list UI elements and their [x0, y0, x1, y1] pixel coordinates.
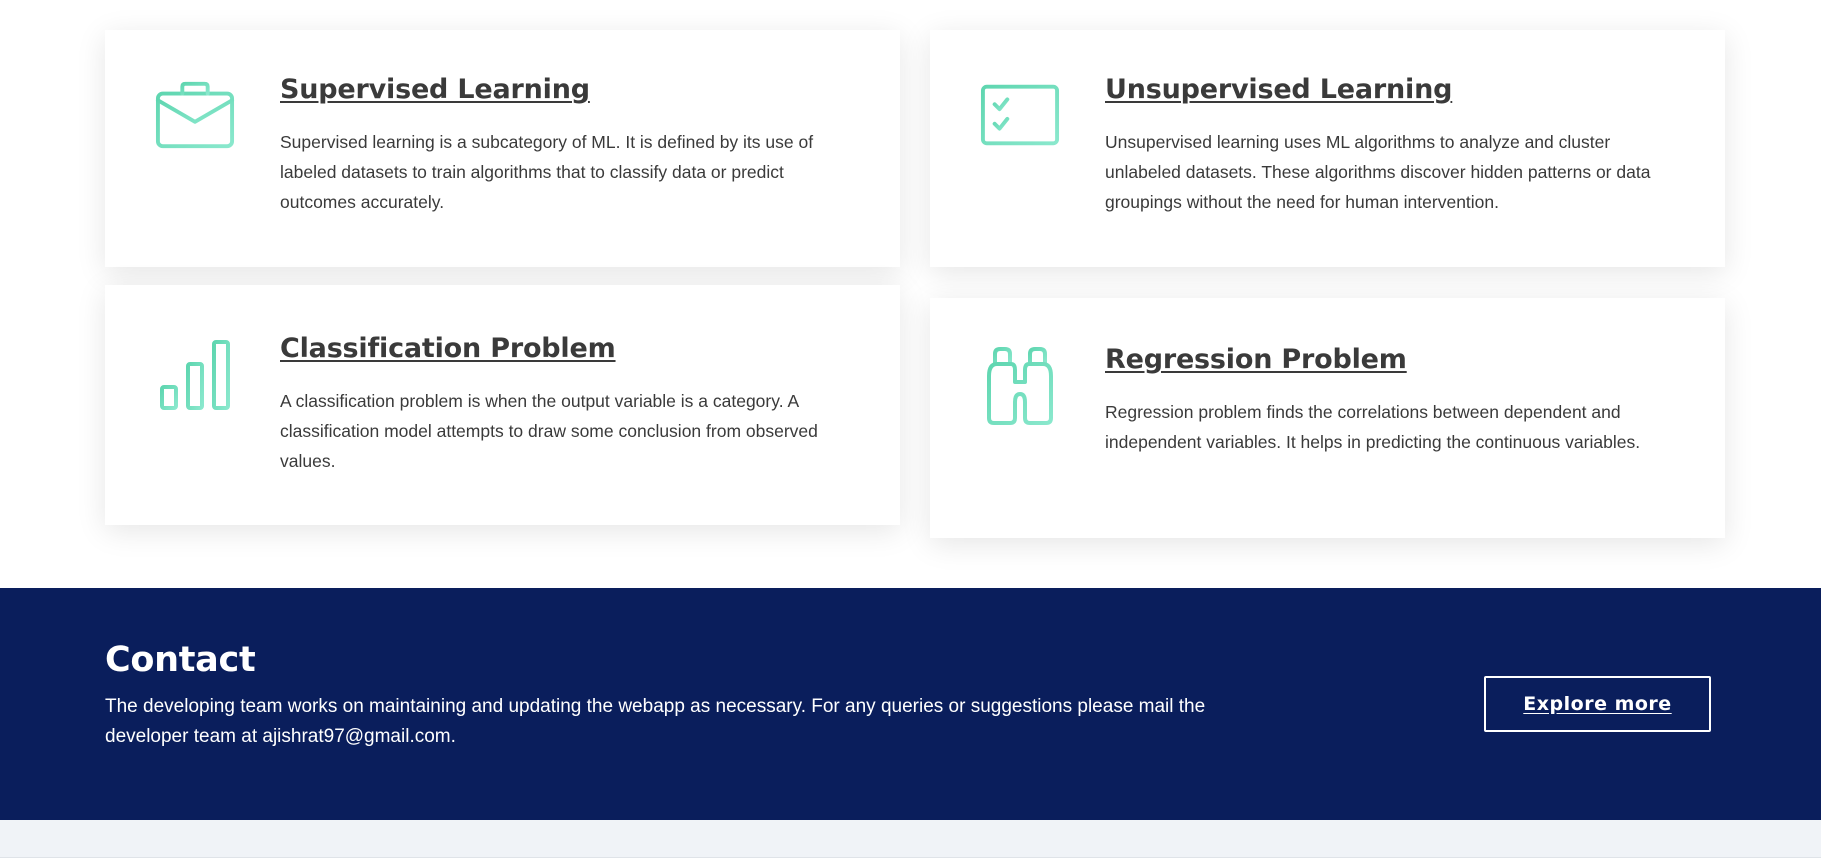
briefcase-icon	[155, 75, 235, 155]
bar-chart-icon	[155, 335, 235, 415]
contact-section: Contact The developing team works on mai…	[0, 588, 1821, 820]
card-title[interactable]: Supervised Learning	[280, 74, 590, 105]
service-card-regression-problem: Regression Problem Regression problem fi…	[930, 298, 1725, 538]
card-description: Regression problem finds the correlation…	[1105, 402, 1641, 452]
service-card-supervised-learning: Supervised Learning Supervised learning …	[105, 30, 900, 267]
contact-heading: Contact	[105, 640, 256, 680]
contact-text: The developing team works on maintaining…	[105, 696, 1206, 747]
explore-more-button[interactable]: Explore more	[1484, 676, 1711, 732]
card-description: Supervised learning is a subcategory of …	[280, 132, 814, 212]
card-title[interactable]: Regression Problem	[1105, 344, 1407, 375]
service-card-unsupervised-learning: Unsupervised Learning Unsupervised learn…	[930, 30, 1725, 267]
binoculars-icon	[980, 346, 1060, 426]
footer-strip	[0, 820, 1821, 858]
card-description: Unsupervised learning uses ML algorithms…	[1105, 132, 1651, 212]
card-title[interactable]: Unsupervised Learning	[1105, 74, 1452, 105]
service-card-classification-problem: Classification Problem A classification …	[105, 285, 900, 525]
checklist-icon	[980, 75, 1060, 155]
card-description: A classification problem is when the out…	[280, 391, 818, 471]
card-title[interactable]: Classification Problem	[280, 333, 616, 364]
